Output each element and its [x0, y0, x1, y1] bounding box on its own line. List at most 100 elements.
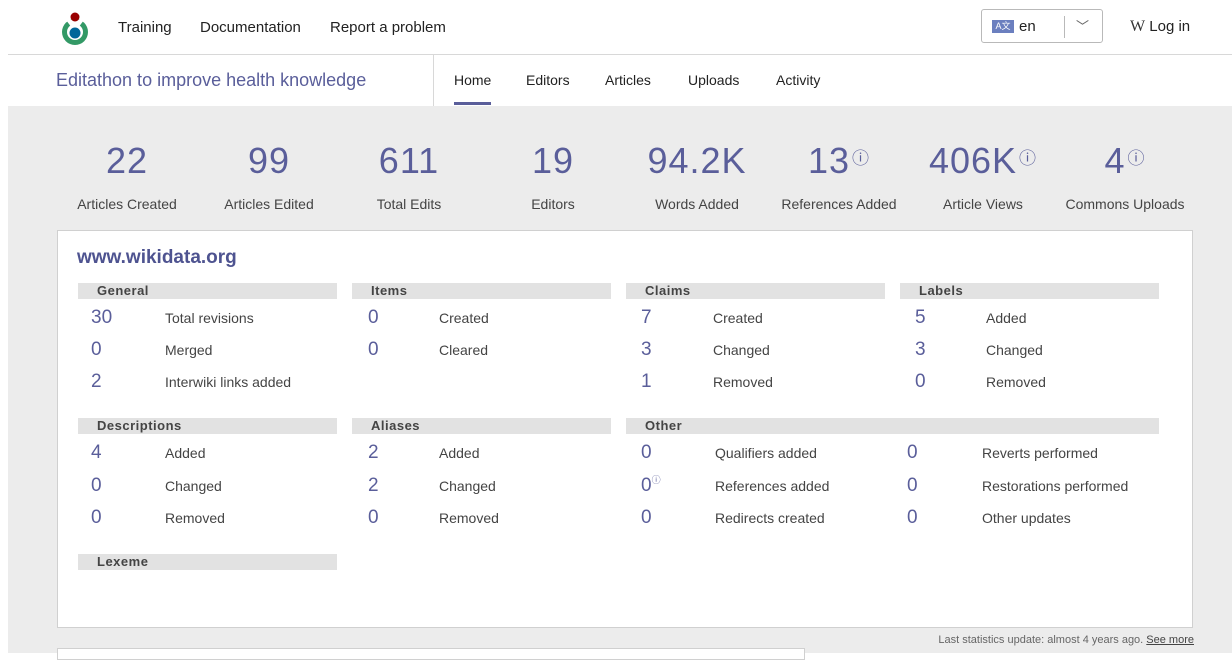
list-item: 2 Changed: [368, 475, 608, 499]
stat-label: Articles Created: [77, 196, 177, 212]
last-update-note: Last statistics update: almost 4 years a…: [938, 634, 1194, 646]
stat-number: 4: [1104, 140, 1126, 181]
info-icon[interactable]: ⓘ: [1128, 149, 1146, 168]
info-icon[interactable]: ⓘ: [652, 475, 661, 485]
wikimedia-logo-icon[interactable]: [58, 12, 92, 46]
wiki-title[interactable]: www.wikidata.org: [77, 247, 237, 269]
stat-count: 3: [641, 339, 652, 360]
section-heading-aliases: Aliases: [352, 418, 611, 434]
chevron-down-icon[interactable]: ﹀: [1076, 16, 1089, 35]
nav-separator: [433, 55, 434, 106]
stat-count: 5: [915, 307, 926, 328]
stat-label: Total Edits: [376, 196, 442, 212]
stat-value: 611: [378, 140, 440, 181]
stat-label: References Added: [781, 196, 897, 212]
stat-number: 406K: [928, 140, 1018, 181]
stat-value: 19: [531, 140, 575, 181]
stat-label: Editors: [531, 196, 575, 212]
section-heading-other: Other: [626, 418, 1159, 434]
tab-home[interactable]: Home: [454, 72, 492, 105]
stat-value: 99: [247, 140, 291, 181]
stat-words-added: 94.2K Words Added: [636, 140, 758, 212]
stat-desc: Reverts performed: [982, 445, 1098, 461]
list-item: 7 Created: [641, 307, 881, 331]
tab-articles[interactable]: Articles: [605, 72, 651, 88]
stat-count: 2: [368, 475, 379, 496]
info-icon[interactable]: ⓘ: [852, 149, 870, 168]
list-item: 0 Changed: [91, 475, 331, 499]
stat-count: 2: [91, 371, 102, 392]
section-heading-claims: Claims: [626, 283, 885, 299]
list-item: 0 Removed: [91, 507, 331, 531]
section-heading-items: Items: [352, 283, 611, 299]
stat-desc: Created: [439, 310, 489, 326]
stat-label: Article Views: [943, 196, 1023, 212]
stat-count: 7: [641, 307, 652, 328]
list-item: 0 Removed: [368, 507, 608, 531]
stat-count: 4: [91, 442, 102, 463]
section-heading-lexeme: Lexeme: [78, 554, 337, 570]
language-selector[interactable]: A文 en ﹀: [981, 9, 1103, 43]
stat-desc: Redirects created: [715, 510, 825, 526]
login-link[interactable]: W Log in: [1130, 18, 1190, 36]
section-heading-labels: Labels: [900, 283, 1159, 299]
event-title[interactable]: Editathon to improve health knowledge: [56, 70, 366, 91]
stat-count: 0: [641, 507, 652, 528]
top-nav: Training Documentation Report a problem …: [8, 0, 1232, 55]
see-more-link[interactable]: See more: [1146, 634, 1194, 646]
list-item: 0 Restorations performed: [907, 475, 1167, 499]
login-label: Log in: [1149, 18, 1191, 35]
stat-value: 94.2K: [647, 140, 747, 181]
last-update-text: Last statistics update: almost 4 years a…: [938, 634, 1144, 646]
info-icon[interactable]: ⓘ: [1019, 149, 1037, 168]
stat-desc: Created: [713, 310, 763, 326]
stat-desc: Added: [439, 445, 480, 461]
stat-count: 0: [907, 475, 918, 496]
stat-desc: References added: [715, 478, 830, 494]
stat-desc: Interwiki links added: [165, 374, 292, 390]
stat-total-edits: 611 Total Edits: [348, 140, 470, 212]
stat-article-views: 406K ⓘ Article Views: [922, 140, 1044, 212]
stat-number: 13: [807, 140, 851, 181]
list-item: 2 Interwiki links added: [91, 371, 331, 395]
stat-value: 22: [105, 140, 149, 181]
list-item: 5 Added: [915, 307, 1155, 331]
list-item: 3 Changed: [641, 339, 881, 363]
stat-desc: Total revisions: [165, 310, 254, 326]
language-divider: [1064, 16, 1065, 38]
nav-link-training[interactable]: Training: [118, 19, 172, 36]
stat-desc: Removed: [165, 510, 225, 526]
stat-desc: Added: [986, 310, 1027, 326]
tab-uploads[interactable]: Uploads: [688, 72, 739, 88]
stat-count: 0: [368, 307, 379, 328]
next-card: [57, 648, 805, 660]
wikipedia-w-icon: W: [1130, 18, 1146, 35]
tab-editors[interactable]: Editors: [526, 72, 570, 88]
stat-desc: Removed: [986, 374, 1046, 390]
nav-link-documentation[interactable]: Documentation: [200, 19, 301, 36]
stat-desc: Cleared: [439, 342, 489, 358]
language-label: en: [1019, 18, 1036, 35]
stat-count: 0: [91, 339, 102, 360]
stat-count: 0: [368, 339, 379, 360]
stat-count: 3: [915, 339, 926, 360]
stat-value: 406K ⓘ: [922, 140, 1044, 182]
stat-count: 0: [907, 442, 918, 463]
nav-link-report-problem[interactable]: Report a problem: [330, 19, 446, 36]
section-heading-descriptions: Descriptions: [78, 418, 337, 434]
stat-count: 0: [907, 507, 918, 528]
list-item: 0 Reverts performed: [907, 442, 1167, 466]
stat-desc: Changed: [439, 478, 496, 494]
stat-label: Articles Edited: [224, 196, 314, 212]
stat-desc: Changed: [986, 342, 1043, 358]
stat-count: 0ⓘ: [641, 475, 661, 497]
list-item: 3 Changed: [915, 339, 1155, 363]
list-item: 0 Merged: [91, 339, 331, 363]
stat-desc: Changed: [713, 342, 770, 358]
window-edge: [0, 0, 8, 653]
stat-desc: Removed: [713, 374, 773, 390]
list-item: 0 Created: [368, 307, 608, 331]
stat-count: 0: [641, 442, 652, 463]
tab-activity[interactable]: Activity: [776, 72, 820, 88]
stat-label: Words Added: [655, 196, 739, 212]
